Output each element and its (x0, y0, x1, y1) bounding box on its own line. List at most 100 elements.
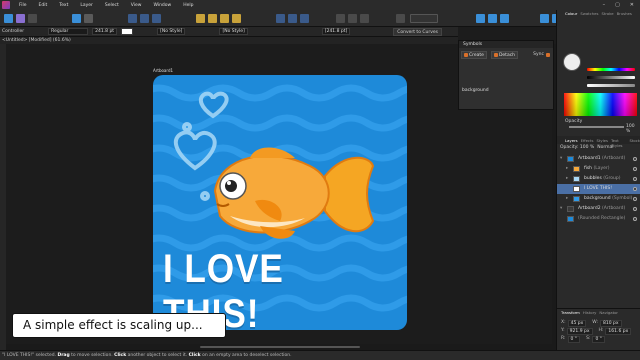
expand-icon[interactable]: ▾ (560, 204, 562, 214)
visibility-icon[interactable] (633, 167, 637, 171)
visibility-icon[interactable] (633, 187, 637, 191)
menu-layer[interactable]: Layer (74, 3, 99, 8)
arrange-front-icon[interactable] (196, 14, 205, 23)
persona-designer-icon[interactable] (4, 14, 13, 23)
document-tab[interactable]: <Untitled> [Modified] (61.6%) (0, 37, 458, 44)
layer-opacity[interactable]: Opacity: 100 % (560, 145, 594, 150)
flip-horizontal-icon[interactable] (276, 14, 285, 23)
tool-name: Controller (2, 29, 25, 34)
tab-history[interactable]: History (583, 310, 597, 315)
paragraph-style-field[interactable]: [No Style] (157, 28, 186, 35)
layer-row-fish[interactable]: ▸ fish (Layer) (557, 164, 640, 174)
menu-edit[interactable]: Edit (33, 3, 54, 8)
maximize-button[interactable]: ▢ (615, 2, 620, 8)
convert-to-curves-button[interactable]: Convert to Curves (393, 28, 442, 36)
arrange-backward-icon[interactable] (220, 14, 229, 23)
expand-icon[interactable]: ▸ (566, 194, 568, 204)
layer-row-artboard1[interactable]: ▾ Artboard1 (Artboard) (557, 154, 640, 164)
grid-icon[interactable] (488, 14, 497, 23)
assistant-icon[interactable] (72, 14, 81, 23)
visibility-icon[interactable] (633, 207, 637, 211)
tab-swatches[interactable]: Swatches (580, 11, 598, 16)
close-button[interactable]: ✕ (630, 2, 634, 8)
visibility-icon[interactable] (633, 177, 637, 181)
guides-icon[interactable] (500, 14, 509, 23)
text-color-swatch[interactable] (121, 28, 134, 35)
boolean-add-icon[interactable] (336, 14, 345, 23)
tab-brushes[interactable]: Brushes (617, 11, 632, 16)
menu-bar: File Edit Text Layer Select View Window … (0, 0, 640, 10)
colour-spectrum[interactable] (564, 93, 637, 116)
menu-select[interactable]: Select (99, 3, 125, 8)
tab-transform[interactable]: Transform (561, 310, 580, 315)
rotate-icon[interactable] (300, 14, 309, 23)
expand-icon[interactable]: ▸ (566, 164, 568, 174)
fish-illustration[interactable] (195, 146, 385, 246)
transform-w[interactable]: 810 px (600, 320, 622, 327)
sync-label: Sync (533, 52, 544, 57)
opacity-slider[interactable] (569, 126, 624, 128)
layer-row-bubbles[interactable]: ▸ bubbles (Group) (557, 174, 640, 184)
menu-file[interactable]: File (13, 3, 33, 8)
tab-stroke[interactable]: Stroke (601, 11, 613, 16)
align-icon[interactable] (128, 14, 137, 23)
share-icon[interactable] (28, 14, 37, 23)
tab-colour[interactable]: Colour (565, 11, 577, 16)
transform-panel: Transform History Navigator X: 45 px W: 810… (557, 308, 640, 350)
menu-text[interactable]: Text (53, 3, 74, 8)
snapping-icon[interactable] (476, 14, 485, 23)
expand-icon[interactable]: ▸ (566, 174, 568, 184)
arrange-back-icon[interactable] (232, 14, 241, 23)
sync-toggle-icon[interactable] (546, 52, 550, 57)
transform-h[interactable]: 161.6 px (605, 328, 632, 335)
font-size-field[interactable]: 241.8 pt (92, 28, 118, 35)
persona-pixel-icon[interactable] (16, 14, 25, 23)
app-logo-icon[interactable] (2, 1, 10, 9)
tracking-field[interactable]: [241.8 pt] (321, 28, 351, 35)
artboard-label[interactable]: Artboard1 (153, 68, 173, 73)
tab-navigator[interactable]: Navigator (599, 310, 618, 315)
view-mode-icon[interactable] (540, 14, 549, 23)
create-symbol-button[interactable]: Create (461, 51, 487, 59)
distribute-icon[interactable] (140, 14, 149, 23)
boolean-subtract-icon[interactable] (348, 14, 357, 23)
expand-icon[interactable]: ▾ (560, 154, 562, 164)
font-style-field[interactable]: Regular (48, 28, 89, 35)
detach-icon (493, 53, 498, 57)
visibility-icon[interactable] (633, 157, 637, 161)
transform-s[interactable]: 0 ° (592, 336, 605, 343)
detach-symbol-button[interactable]: Detach (490, 51, 519, 59)
symbol-item[interactable]: background (462, 88, 489, 93)
menu-window[interactable]: Window (147, 3, 177, 8)
visibility-icon[interactable] (633, 217, 637, 221)
layer-row-artboard2[interactable]: ▾ Artboard2 (Artboard) (557, 204, 640, 214)
menu-help[interactable]: Help (177, 3, 199, 8)
menu-view[interactable]: View (125, 3, 148, 8)
hue-slider[interactable] (587, 68, 635, 71)
stroke-preview[interactable] (410, 14, 438, 23)
visibility-icon[interactable] (633, 197, 637, 201)
minimize-button[interactable]: – (603, 2, 606, 8)
transform-r[interactable]: 0 ° (567, 336, 581, 343)
arrange-forward-icon[interactable] (208, 14, 217, 23)
flip-vertical-icon[interactable] (288, 14, 297, 23)
horizontal-scroll-thumb[interactable] (200, 346, 360, 348)
transform-y[interactable]: 921.9 px (566, 328, 593, 335)
colour-wheel[interactable] (563, 53, 581, 71)
character-style-field[interactable]: [No Style] (219, 28, 248, 35)
boolean-intersect-icon[interactable] (360, 14, 369, 23)
pen-tool-icon[interactable] (396, 14, 405, 23)
settings-icon[interactable] (84, 14, 93, 23)
saturation-slider[interactable] (587, 76, 635, 79)
blend-mode-select[interactable]: Normal (597, 145, 613, 150)
fish-tail (324, 156, 375, 233)
layer-row-rounded-rectangle[interactable]: (Rounded Rectangle) (557, 214, 640, 224)
transform-x[interactable]: 45 px (567, 320, 587, 327)
symbols-title: Symbols (459, 41, 553, 48)
lightness-slider[interactable] (587, 84, 635, 87)
layer-row-background[interactable]: ▸ background (Symbol) (557, 194, 640, 204)
layer-row-text[interactable]: I LOVE THIS! (557, 184, 640, 194)
layer-thumb (567, 206, 574, 212)
tab-stock[interactable]: Stock (629, 138, 640, 148)
snap-icon[interactable] (152, 14, 161, 23)
